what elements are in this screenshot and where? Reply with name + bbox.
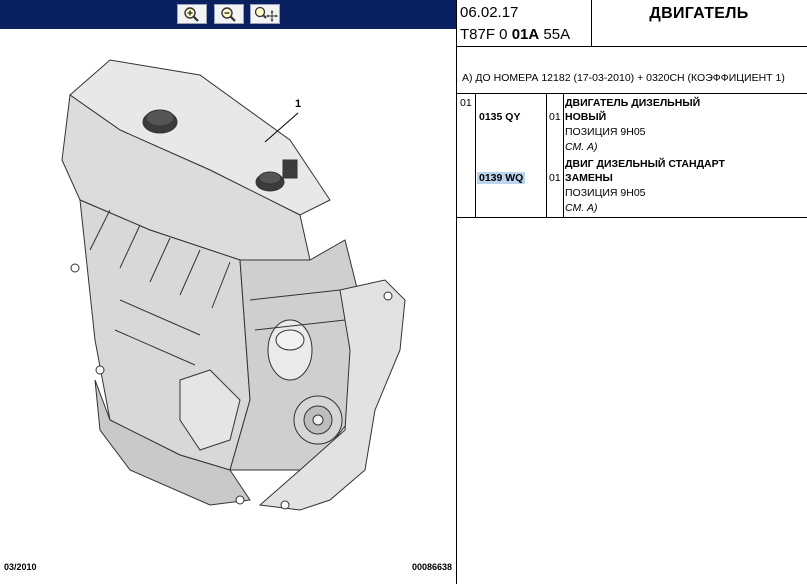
part-name: НОВЫЙ [565,111,607,123]
applicability-note: А) ДО НОМЕРА 12182 (17-03-2010) + 0320CH… [462,72,785,84]
part-ref-link[interactable]: 0135 QY [479,111,520,123]
part-position: ПОЗИЦИЯ 9H05 [565,187,646,199]
header-date: 06.02.17 [460,4,519,21]
part-qty: 01 [549,111,561,123]
part-name: ЗАМЕНЫ [565,172,613,184]
pane-divider [456,0,457,584]
part-ref-link[interactable]: 0139 WQ [477,172,526,184]
callout-label: 1 [295,98,302,110]
catalog-header: 06.02.17 T87F 0 01A 55A ДВИГАТЕЛЬ [457,0,807,47]
part-see-note: СМ. А) [565,202,598,214]
page-title: ДВИГАТЕЛЬ [649,5,749,22]
column-separator [546,94,547,217]
part-position: ПОЗИЦИЯ 9H05 [565,126,646,138]
column-separator [475,94,476,217]
diagram-pane: 1 03/2010 00086638 [0,0,456,584]
row-index: 01 [460,97,472,109]
part-see-note: СМ. А) [565,141,598,153]
part-name: ДВИГАТЕЛЬ ДИЗЕЛЬНЫЙ [565,97,701,109]
engine-illustration [61,59,406,511]
footer-date: 03/2010 [4,562,37,572]
footer-ref: 00086638 [411,562,452,572]
part-name: ДВИГ ДИЗЕЛЬНЫЙ СТАНДАРТ [565,158,725,170]
parts-table: 01 0135 QY 01 ДВИГАТЕЛЬ ДИЗЕЛЬНЫЙ НОВЫЙ … [457,93,807,218]
column-separator [563,94,564,217]
header-code: T87F 0 01A 55A [460,26,571,43]
part-qty: 01 [549,172,561,184]
